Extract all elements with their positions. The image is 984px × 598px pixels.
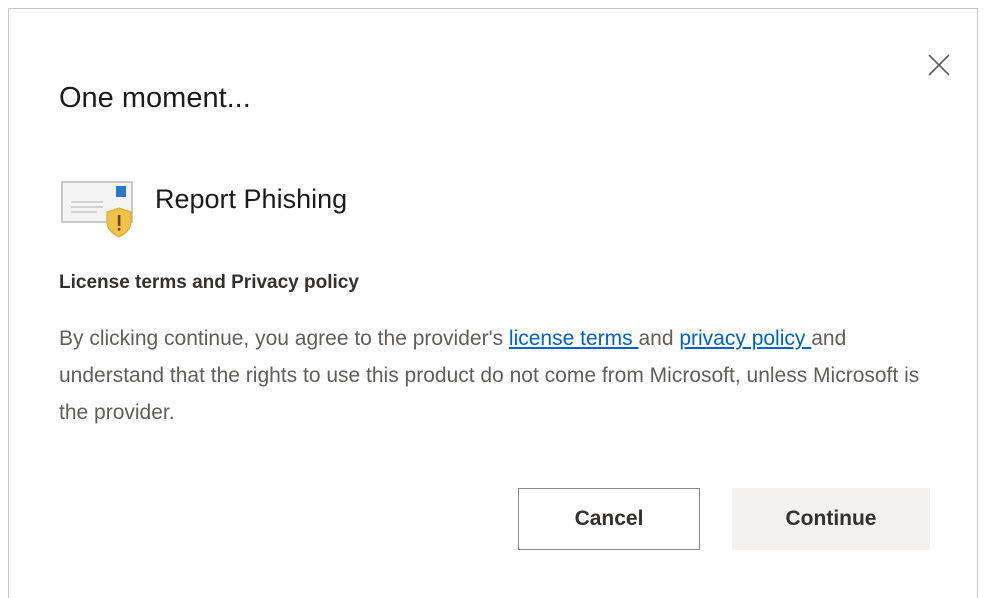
dialog: One moment... Report Phishing License te… <box>8 8 978 598</box>
close-button[interactable] <box>926 52 952 78</box>
dialog-title: One moment... <box>59 82 251 114</box>
report-phishing-icon <box>61 181 133 238</box>
consent-text-part: By clicking continue, you agree to the p… <box>59 327 509 350</box>
cancel-button[interactable]: Cancel <box>518 488 700 550</box>
addin-name: Report Phishing <box>155 184 348 214</box>
close-icon <box>928 54 950 76</box>
consent-text: By clicking continue, you agree to the p… <box>59 320 939 431</box>
section-heading: License terms and Privacy policy <box>59 272 359 293</box>
privacy-policy-link[interactable]: privacy policy <box>679 327 811 350</box>
license-terms-link[interactable]: license terms <box>509 327 639 350</box>
continue-button[interactable]: Continue <box>732 488 930 550</box>
consent-text-part: and <box>638 327 680 350</box>
